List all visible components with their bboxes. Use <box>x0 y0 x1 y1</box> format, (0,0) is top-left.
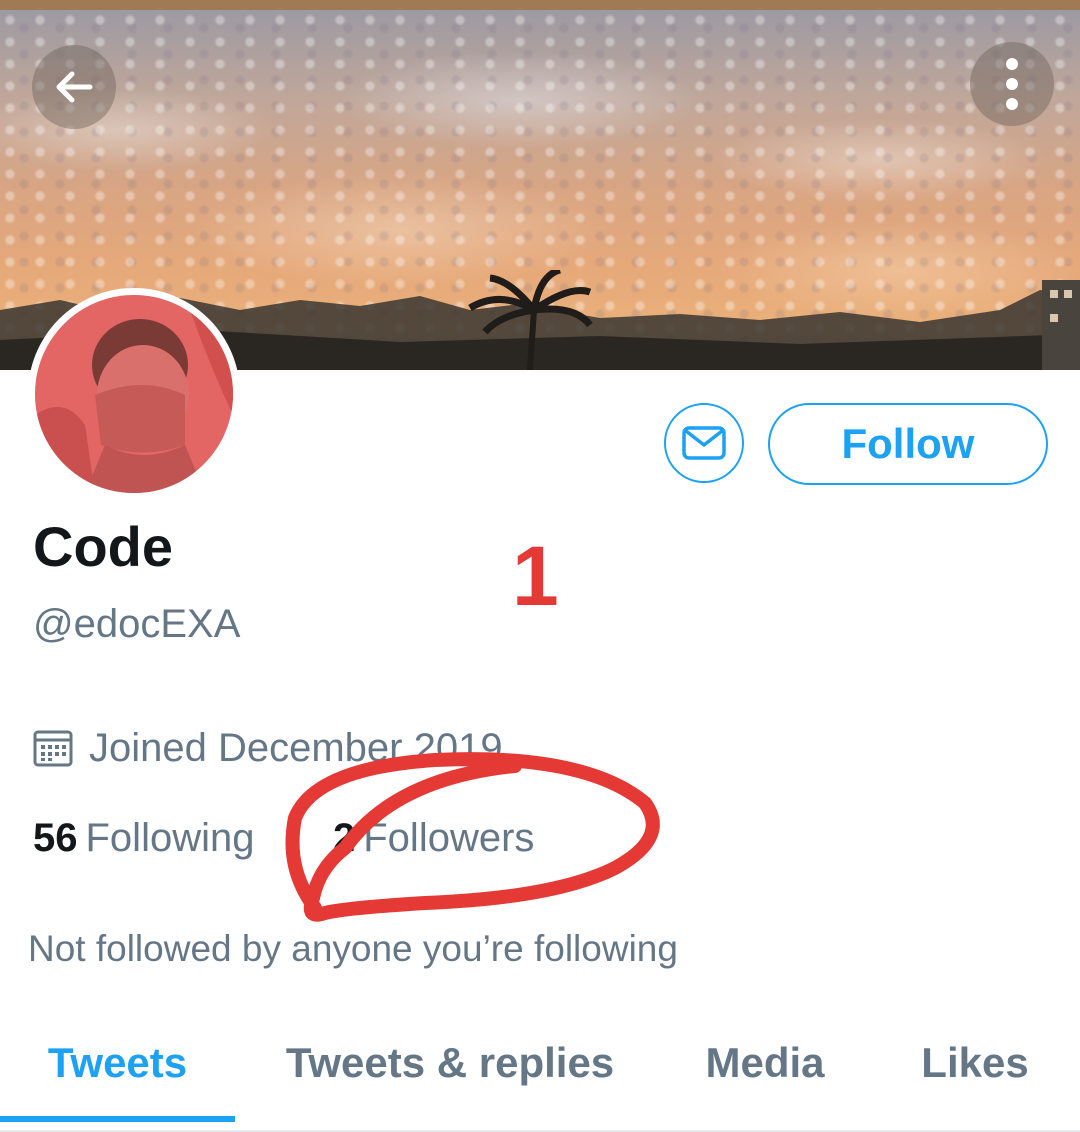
profile-screen: Follow Code @edocEXA 1 Joined December 2… <box>0 0 1080 1132</box>
message-button[interactable] <box>664 403 744 483</box>
annotation-number: 1 <box>512 529 559 623</box>
follow-button[interactable]: Follow <box>768 403 1048 485</box>
profile-tabs: Tweets Tweets & replies Media Likes <box>0 1020 1080 1132</box>
calendar-icon <box>33 730 73 767</box>
mutual-followers-text: Not followed by anyone you’re following <box>28 928 678 969</box>
arrow-left-icon <box>56 71 93 103</box>
following-count: 56 <box>33 816 78 860</box>
tab-tweets-and-replies[interactable]: Tweets & replies <box>260 1020 640 1106</box>
tab-media[interactable]: Media <box>680 1020 850 1106</box>
annotation-circle <box>285 752 660 922</box>
user-handle: @edocEXA <box>33 602 241 646</box>
avatar-image <box>35 295 233 493</box>
mail-icon <box>682 426 726 460</box>
status-strip <box>0 0 1080 10</box>
following-stat[interactable]: 56 Following <box>33 810 293 866</box>
avatar-border <box>28 288 240 500</box>
avatar[interactable] <box>35 295 233 493</box>
active-tab-indicator <box>0 1116 235 1122</box>
back-button[interactable] <box>32 45 116 129</box>
more-vertical-icon <box>1006 58 1018 110</box>
more-options-button[interactable] <box>970 42 1054 126</box>
display-name: Code <box>33 515 173 578</box>
following-label: Following <box>85 816 255 860</box>
tab-tweets[interactable]: Tweets <box>0 1020 235 1106</box>
tab-likes[interactable]: Likes <box>900 1020 1050 1106</box>
